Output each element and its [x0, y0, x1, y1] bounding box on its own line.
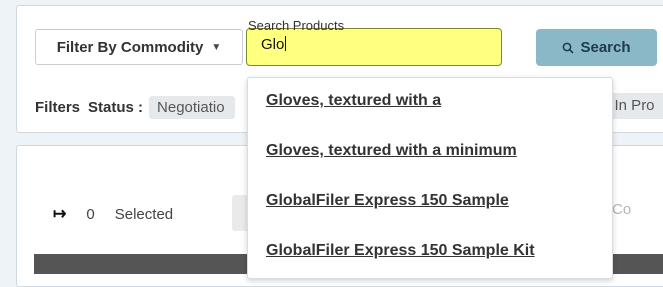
selected-count: 0 — [86, 205, 95, 223]
redirect-arrow-icon[interactable]: ↦ — [53, 204, 66, 224]
search-icon — [563, 42, 575, 54]
selected-label: Selected — [114, 205, 174, 223]
filters-row: Filters Status : Negotiatio — [35, 96, 236, 119]
search-button-label: Search — [580, 39, 631, 56]
autocomplete-dropdown: Gloves, textured with a Gloves, textured… — [247, 77, 613, 279]
search-input-value: Glo — [261, 36, 285, 53]
caret-down-icon: ▼ — [211, 41, 222, 53]
suggestion-item[interactable]: Gloves, textured with a — [266, 92, 441, 110]
disabled-action-button[interactable]: Co — [612, 201, 631, 218]
search-products-field[interactable]: Search Products Glo — [246, 18, 502, 66]
filters-label: Filters — [35, 99, 81, 116]
suggestion-item[interactable]: Gloves, textured with a minimum — [266, 142, 517, 160]
filter-by-commodity-label: Filter By Commodity — [56, 38, 204, 56]
filter-by-commodity-dropdown[interactable]: Filter By Commodity ▼ — [35, 29, 243, 65]
search-products-legend: Search Products — [248, 18, 345, 33]
selection-row: ↦ 0 Selected — [53, 204, 173, 224]
search-button[interactable]: Search — [536, 29, 657, 66]
suggestion-item[interactable]: GlobalFiler Express 150 Sample — [266, 192, 509, 210]
suggestion-item[interactable]: GlobalFiler Express 150 Sample Kit — [266, 242, 535, 260]
text-cursor — [285, 36, 287, 51]
status-chip[interactable]: Negotiatio — [149, 96, 236, 119]
status-label: Status : — [88, 99, 144, 116]
